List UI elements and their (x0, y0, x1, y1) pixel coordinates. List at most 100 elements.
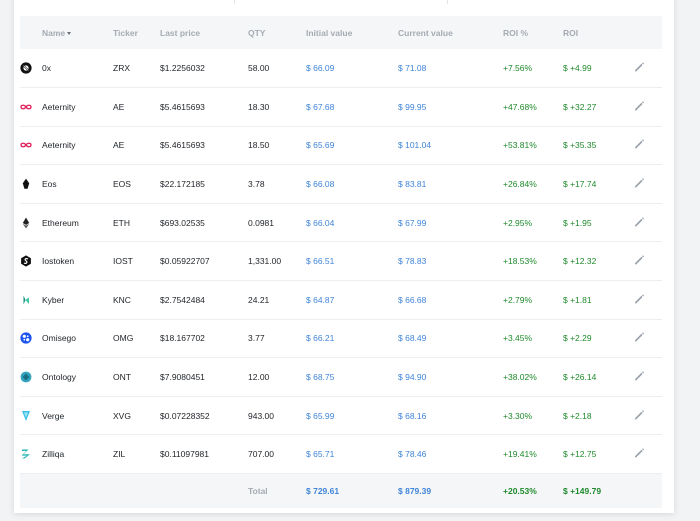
coin-roi-pct: +47.68% (503, 101, 537, 112)
pencil-icon[interactable] (633, 293, 645, 305)
coin-roi-pct: +18.53% (503, 256, 537, 267)
coin-initial-value: $ 66.04 (306, 217, 335, 228)
coin-ticker: AE (113, 101, 125, 112)
pencil-icon[interactable] (633, 100, 645, 112)
coin-ticker: IOST (113, 256, 133, 267)
coin-roi: $ +4.99 (563, 63, 592, 74)
pencil-icon[interactable] (633, 254, 645, 266)
column-header-roi[interactable]: ROI (563, 16, 633, 49)
coin-icon-cell (20, 242, 42, 281)
table-row[interactable]: Aeternity AE $5.4615693 18.30 $ 67.68 $ 99.95… (20, 88, 662, 127)
coin-initial-value: $ 65.69 (306, 140, 335, 151)
coin-last-price: $7.9080451 (160, 372, 205, 383)
total-initial-value: $ 729.61 (306, 485, 340, 496)
coin-current-value: $ 71.08 (398, 63, 427, 74)
pencil-icon[interactable] (633, 61, 645, 73)
coin-roi-pct: +3.30% (503, 410, 533, 421)
coin-roi-pct: +26.84% (503, 179, 537, 190)
coin-roi: $ +1.95 (563, 217, 592, 228)
coin-roi: $ +32.27 (563, 101, 597, 112)
iostoken-icon (20, 255, 32, 267)
coin-icon-cell (20, 435, 42, 474)
column-header-name[interactable]: Name (42, 16, 113, 49)
0x-icon (20, 62, 32, 74)
edit-cell (633, 49, 662, 88)
coin-initial-value: $ 64.87 (306, 294, 335, 305)
edit-cell (633, 396, 662, 435)
pencil-icon[interactable] (633, 447, 645, 459)
column-header-ticker[interactable]: Ticker (113, 16, 160, 49)
coin-name: Verge (42, 410, 65, 421)
coin-ticker: OMG (113, 333, 134, 344)
coin-ticker: ZRX (113, 63, 130, 74)
coin-qty: 0.0981 (248, 217, 274, 228)
coin-qty: 1,331.00 (248, 256, 282, 267)
coin-icon-cell (20, 203, 42, 242)
coin-roi: $ +17.74 (563, 179, 597, 190)
coin-qty: 3.77 (248, 333, 265, 344)
total-row: Total $ 729.61 $ 879.39 +20.53% $ +149.7… (20, 473, 662, 508)
coin-initial-value: $ 66.08 (306, 179, 335, 190)
coin-ticker: ZIL (113, 449, 126, 460)
table-row[interactable]: Eos EOS $22.172185 3.78 $ 66.08 $ 83.81 +26.84… (20, 165, 662, 204)
edit-cell (633, 88, 662, 127)
coin-name: Aeternity (42, 140, 76, 151)
edit-cell (633, 242, 662, 281)
coin-roi-pct: +7.56% (503, 63, 533, 74)
table-row[interactable]: Kyber KNC $2.7542484 24.21 $ 64.87 $ 66.68 +2.… (20, 281, 662, 320)
coin-ticker: KNC (113, 294, 131, 305)
coin-initial-value: $ 66.21 (306, 333, 335, 344)
coin-last-price: $18.167702 (160, 333, 205, 344)
table-row[interactable]: 0x ZRX $1.2256032 58.00 $ 66.09 $ 71.08 +7.56%… (20, 49, 662, 88)
coin-qty: 3.78 (248, 179, 265, 190)
coin-name: Ethereum (42, 217, 79, 228)
coin-name: Kyber (42, 294, 65, 305)
table-row[interactable]: Omisego OMG $18.167702 3.77 $ 66.21 $ 68.49 +3… (20, 319, 662, 358)
total-current-value: $ 879.39 (398, 485, 432, 496)
column-header-current-value[interactable]: Current value (398, 16, 503, 49)
coin-icon-cell (20, 358, 42, 397)
coin-last-price: $5.4615693 (160, 101, 205, 112)
coin-current-value: $ 67.99 (398, 217, 427, 228)
aeternity-icon (20, 139, 32, 151)
coin-roi-pct: +2.95% (503, 217, 533, 228)
table-row[interactable]: Aeternity AE $5.4615693 18.50 $ 65.69 $ 101.0… (20, 126, 662, 165)
coin-qty: 707.00 (248, 449, 274, 460)
sort-desc-icon (67, 31, 72, 35)
table-row[interactable]: Zilliqa ZIL $0.11097981 707.00 $ 65.71 $ 78.4… (20, 435, 662, 474)
column-header-qty[interactable]: QTY (248, 16, 306, 49)
coin-roi: $ +2.29 (563, 333, 592, 344)
coin-roi: $ +12.32 (563, 256, 597, 267)
coin-name: Zilliqa (42, 449, 65, 460)
pencil-icon[interactable] (633, 409, 645, 421)
column-header-roi-pct[interactable]: ROI % (503, 16, 563, 49)
coin-icon-cell (20, 281, 42, 320)
column-header-initial-value[interactable]: Initial value (306, 16, 398, 49)
table-row[interactable]: Ontology ONT $7.9080451 12.00 $ 68.75 $ 94.90… (20, 358, 662, 397)
table-row[interactable]: Verge XVG $0.07228352 943.00 $ 65.99 $ 68.16 +… (20, 396, 662, 435)
pencil-icon[interactable] (633, 216, 645, 228)
coin-roi: $ +2.18 (563, 410, 592, 421)
coin-initial-value: $ 65.99 (306, 410, 335, 421)
coin-name: Aeternity (42, 101, 76, 112)
pencil-icon[interactable] (633, 370, 645, 382)
coin-name: 0x (42, 63, 51, 74)
edit-cell (633, 281, 662, 320)
zilliqa-icon (20, 448, 32, 460)
coin-ticker: AE (113, 140, 125, 151)
coin-last-price: $0.07228352 (160, 410, 210, 421)
coin-current-value: $ 99.95 (398, 101, 427, 112)
pencil-icon[interactable] (633, 177, 645, 189)
coin-roi-pct: +2.79% (503, 294, 533, 305)
header-actions-cell (633, 16, 662, 49)
ethereum-icon (20, 217, 32, 229)
coin-current-value: $ 66.68 (398, 294, 427, 305)
coin-current-value: $ 68.49 (398, 333, 427, 344)
coin-ticker: XVG (113, 410, 131, 421)
table-row[interactable]: Iostoken IOST $0.05922707 1,331.00 $ 66.51 $ … (20, 242, 662, 281)
coin-roi: $ +26.14 (563, 372, 597, 383)
pencil-icon[interactable] (633, 138, 645, 150)
column-header-last-price[interactable]: Last price (160, 16, 248, 49)
table-row[interactable]: Ethereum ETH $693.02535 0.0981 $ 66.04 $ 67.9… (20, 203, 662, 242)
pencil-icon[interactable] (633, 331, 645, 343)
